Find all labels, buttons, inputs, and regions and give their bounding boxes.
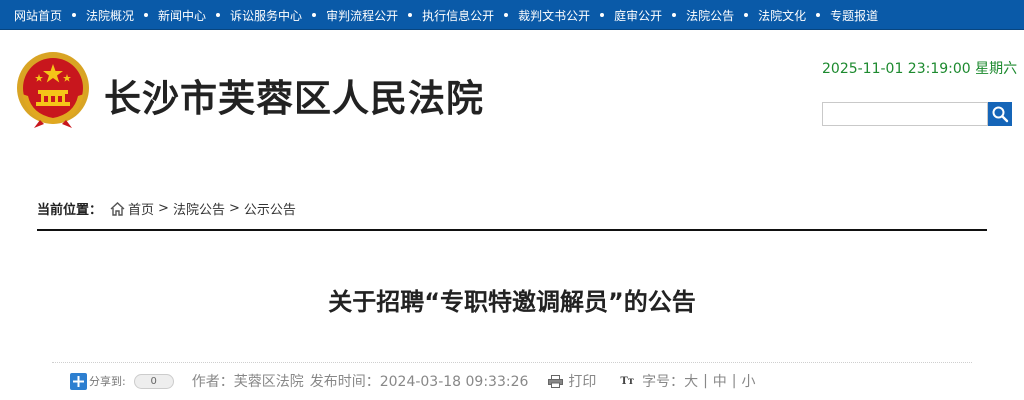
nav-link-special-reports[interactable]: 专题报道 xyxy=(830,7,878,24)
nav-item[interactable]: 审判流程公开 xyxy=(302,7,398,24)
nav-item[interactable]: 法院文化 xyxy=(734,7,806,24)
nav-item[interactable]: 专题报道 xyxy=(806,7,878,24)
print-button[interactable]: 打印 xyxy=(548,371,596,391)
font-size-separator: | xyxy=(731,373,737,389)
font-size-small[interactable]: 小 xyxy=(742,371,756,391)
search-icon xyxy=(992,106,1009,123)
nav-link-news[interactable]: 新闻中心 xyxy=(158,7,206,24)
article-publish-time: 发布时间：2024-03-18 09:33:26 xyxy=(309,374,529,390)
nav-separator-dot xyxy=(600,13,605,17)
national-emblem-icon xyxy=(17,52,89,128)
nav-separator-dot xyxy=(144,13,149,17)
nav-separator-dot xyxy=(408,13,413,17)
share-icon xyxy=(70,372,87,390)
current-datetime: 2025-11-01 23:19:00 星期六 xyxy=(822,61,1018,77)
breadcrumb-link-announcements[interactable]: 法院公告 xyxy=(173,199,225,218)
share-label: 分享到: xyxy=(89,375,126,388)
nav-separator-dot xyxy=(672,13,677,17)
breadcrumb-divider xyxy=(37,229,987,231)
nav-link-litigation-service[interactable]: 诉讼服务中心 xyxy=(230,7,302,24)
home-icon xyxy=(110,201,125,216)
search-button[interactable] xyxy=(988,102,1012,126)
article-meta-bar: 分享到: 0 作者：芙蓉区法院 发布时间：2024-03-18 09:33:26… xyxy=(70,370,756,392)
breadcrumb-separator: > xyxy=(228,201,240,216)
font-size-label: 字号： xyxy=(642,374,685,390)
nav-separator-dot xyxy=(744,13,749,17)
font-size-control: Tт 字号： 大 | 中 | 小 xyxy=(620,371,755,391)
nav-link-home[interactable]: 网站首页 xyxy=(14,7,62,24)
nav-item[interactable]: 庭审公开 xyxy=(590,7,662,24)
meta-divider xyxy=(52,362,972,363)
article-author: 作者：芙蓉区法院 xyxy=(191,374,304,390)
nav-item[interactable]: 新闻中心 xyxy=(134,7,206,24)
article-title: 关于招聘“专职特邀调解员”的公告 xyxy=(328,288,696,316)
share-count: 0 xyxy=(133,373,174,389)
nav-item[interactable]: 法院概况 xyxy=(62,7,134,24)
search-input[interactable] xyxy=(822,102,988,126)
nav-link-announcements[interactable]: 法院公告 xyxy=(686,7,734,24)
nav-separator-dot xyxy=(504,13,509,17)
font-size-separator: | xyxy=(703,373,708,389)
breadcrumb-link-public-notices[interactable]: 公示公告 xyxy=(244,199,296,218)
site-title: 长沙市芙蓉区人民法院 xyxy=(104,77,484,120)
nav-item[interactable]: 执行信息公开 xyxy=(398,7,494,24)
nav-link-enforcement[interactable]: 执行信息公开 xyxy=(422,7,494,24)
font-size-medium[interactable]: 中 xyxy=(713,371,727,391)
search-box xyxy=(822,102,1012,126)
share-button[interactable]: 分享到: 0 xyxy=(70,372,174,390)
nav-link-judgments[interactable]: 裁判文书公开 xyxy=(518,7,590,24)
nav-link-overview[interactable]: 法院概况 xyxy=(86,7,134,24)
breadcrumb-separator: > xyxy=(158,201,169,216)
nav-separator-dot xyxy=(72,13,77,17)
font-size-icon: Tт xyxy=(620,375,635,387)
font-size-large[interactable]: 大 xyxy=(684,371,698,391)
nav-separator-dot xyxy=(312,13,317,17)
print-label: 打印 xyxy=(568,374,597,390)
breadcrumb-link-home[interactable]: 首页 xyxy=(128,199,154,218)
breadcrumb: 当前位置： 首页 > 法院公告 > 公示公告 xyxy=(37,199,296,218)
nav-link-hearings[interactable]: 庭审公开 xyxy=(614,7,662,24)
nav-separator-dot xyxy=(216,13,221,17)
nav-separator-dot xyxy=(816,13,821,17)
nav-link-culture[interactable]: 法院文化 xyxy=(758,7,806,24)
nav-link-trial-process[interactable]: 审判流程公开 xyxy=(326,7,398,24)
nav-item[interactable]: 诉讼服务中心 xyxy=(206,7,302,24)
nav-item[interactable]: 网站首页 xyxy=(14,7,62,24)
printer-icon xyxy=(548,374,564,388)
top-nav-bar: 网站首页 法院概况 新闻中心 诉讼服务中心 审判流程公开 执行信息公开 裁判文书… xyxy=(0,0,1024,30)
nav-item[interactable]: 裁判文书公开 xyxy=(494,7,590,24)
nav-item[interactable]: 法院公告 xyxy=(662,7,734,24)
breadcrumb-label: 当前位置： xyxy=(37,203,103,218)
